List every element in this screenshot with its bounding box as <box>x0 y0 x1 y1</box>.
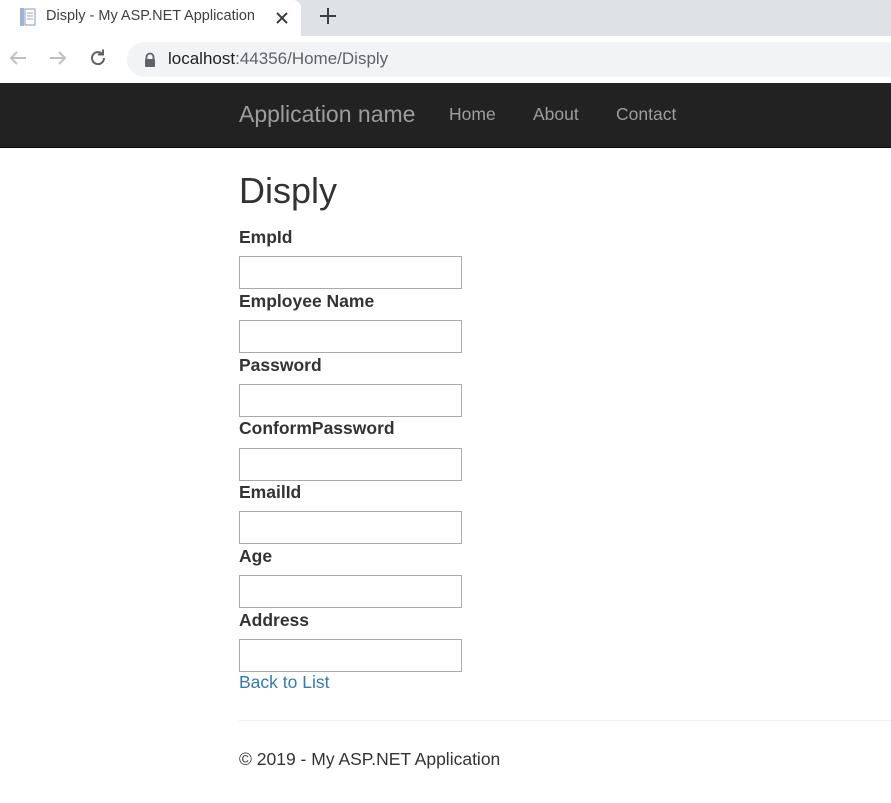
browser-tab[interactable]: Disply - My ASP.NET Application <box>0 0 301 36</box>
back-to-list-link[interactable]: Back to List <box>239 672 329 693</box>
page-title: Disply <box>239 170 338 211</box>
forward-arrow-icon[interactable] <box>47 47 69 69</box>
conform-password-label: ConformPassword <box>239 418 395 438</box>
footer-divider <box>239 720 891 721</box>
close-tab-icon[interactable] <box>273 9 291 27</box>
lock-icon <box>145 52 155 67</box>
site-navbar <box>0 83 891 148</box>
age-input[interactable] <box>239 575 462 608</box>
url-path: :44356/Home/Disply <box>235 49 389 68</box>
emailid-input[interactable] <box>239 511 462 544</box>
age-label: Age <box>239 546 273 566</box>
employee-name-input[interactable] <box>239 320 462 353</box>
emailid-label: EmailId <box>239 482 302 502</box>
back-arrow-icon[interactable] <box>7 47 29 69</box>
nav-link-contact[interactable]: Contact <box>616 104 676 125</box>
url-text[interactable]: localhost:44356/Home/Disply <box>168 49 388 69</box>
footer-text: © 2019 - My ASP.NET Application <box>239 749 501 769</box>
address-input[interactable] <box>239 639 462 672</box>
empid-input[interactable] <box>239 256 462 289</box>
tab-title: Disply - My ASP.NET Application <box>46 8 255 24</box>
nav-link-home[interactable]: Home <box>449 104 496 125</box>
new-tab-icon[interactable] <box>317 5 339 27</box>
reload-icon[interactable] <box>87 47 109 69</box>
employee-name-label: Employee Name <box>239 291 375 311</box>
page-favicon-icon <box>20 8 36 26</box>
address-label: Address <box>239 610 310 630</box>
empid-label: EmpId <box>239 227 293 247</box>
url-host: localhost <box>168 49 236 68</box>
conform-password-input[interactable] <box>239 448 462 481</box>
nav-link-about[interactable]: About <box>533 104 579 125</box>
tab-strip: Disply - My ASP.NET Application <box>0 0 891 36</box>
password-input[interactable] <box>239 384 462 417</box>
password-label: Password <box>239 355 322 375</box>
navbar-brand[interactable]: Application name <box>239 101 415 128</box>
